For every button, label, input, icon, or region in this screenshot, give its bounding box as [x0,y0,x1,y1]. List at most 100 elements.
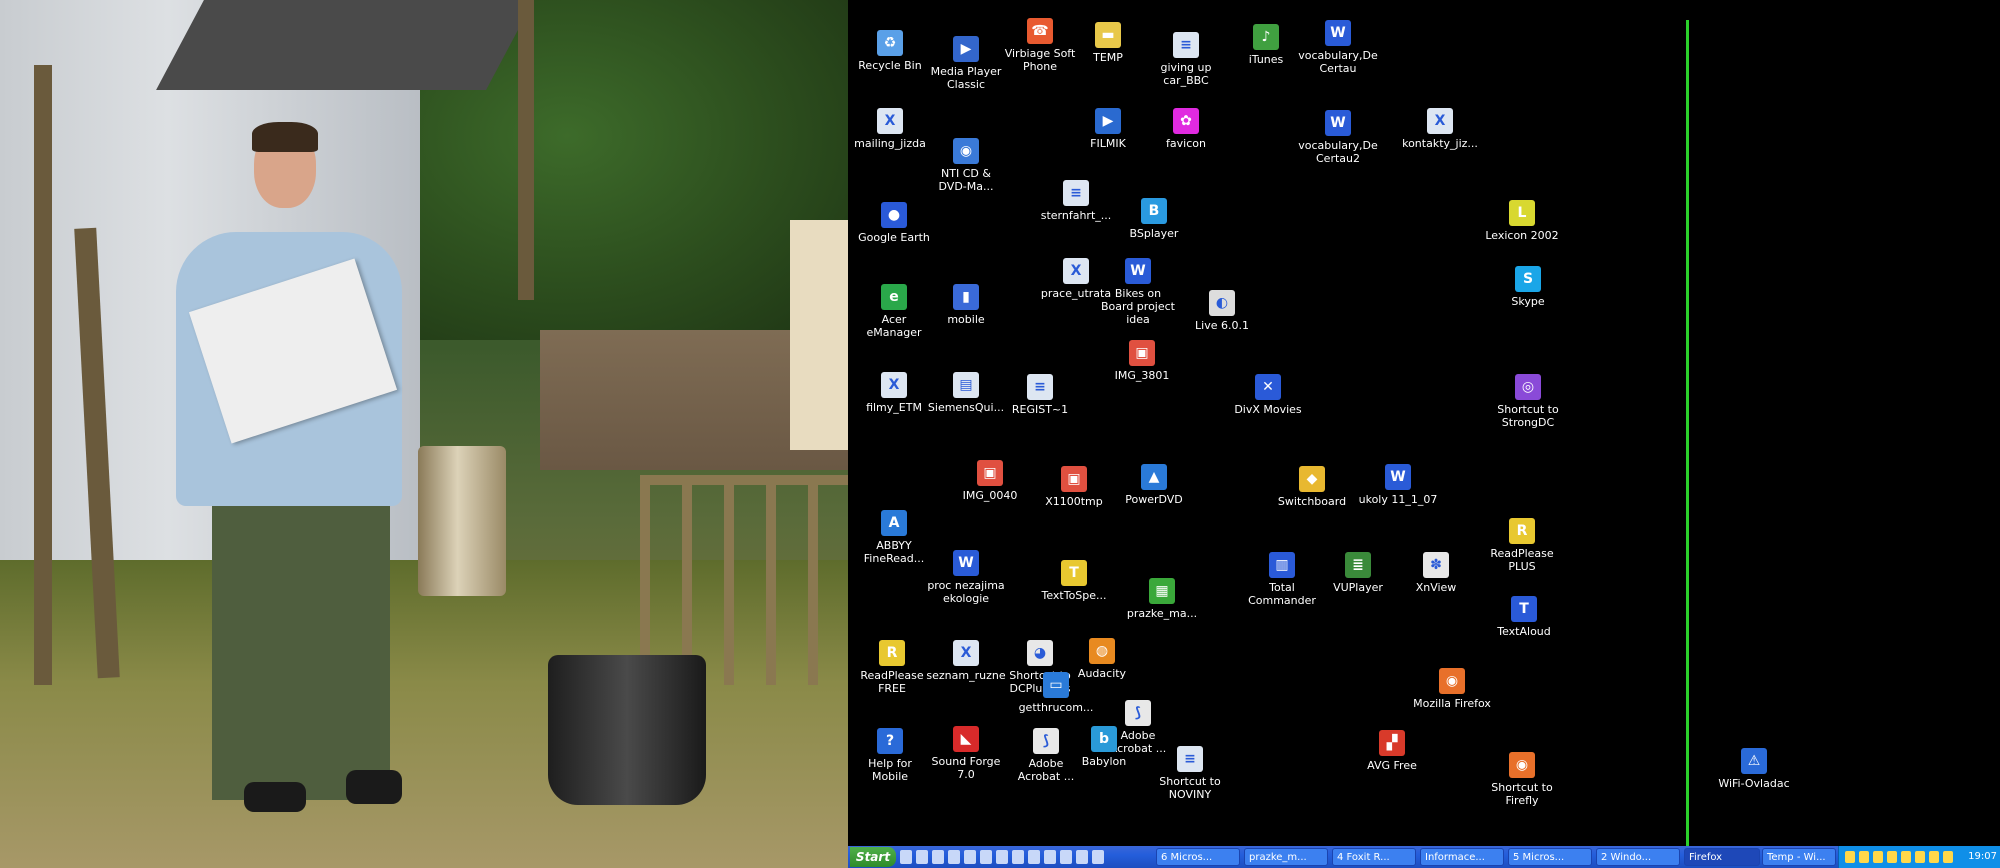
quicklaunch-icon[interactable] [1060,850,1072,864]
desktop-icon[interactable]: A ABBYY FineRead... [854,510,934,565]
desktop-icon[interactable]: ✕ DivX Movies [1228,374,1308,416]
desktop-icon[interactable]: T TextToSpe... [1034,560,1114,602]
app-icon: ● [881,202,907,228]
desktop-icon[interactable]: B BSplayer [1114,198,1194,240]
quicklaunch-icon[interactable] [1044,850,1056,864]
task-button[interactable]: Informace... [1420,848,1504,866]
desktop-icon[interactable]: ▲ PowerDVD [1114,464,1194,506]
app-icon: e [881,284,907,310]
desktop-icon[interactable]: ◆ Switchboard [1272,466,1352,508]
desktop-icon[interactable]: Xfilmy_ETM [854,372,934,414]
quicklaunch-icon[interactable] [1076,850,1088,864]
task-button[interactable]: Firefox [1684,848,1760,866]
task-button[interactable]: Temp - Wi... [1762,848,1836,866]
desktop-icon[interactable]: ● Google Earth [854,202,934,244]
desktop-icon[interactable]: ✿ favicon [1146,108,1226,150]
tray-icon[interactable] [1901,851,1911,863]
desktop-icon[interactable]: Wvocabulary,De Certau [1298,20,1378,75]
desktop-icon[interactable]: ▣ IMG_3801 [1102,340,1182,382]
desktop-icon-label: TEMP [1093,51,1123,64]
desktop-icon[interactable]: ≡ giving up car_BBC [1146,32,1226,87]
task-button[interactable]: 5 Micros... [1508,848,1592,866]
desktop-icon[interactable]: Wukoly 11_1_07 [1358,464,1438,506]
app-icon: T [1511,596,1537,622]
quicklaunch-icon[interactable] [948,850,960,864]
desktop-icon[interactable]: ▬ TEMP [1068,22,1148,64]
task-button[interactable]: prazke_m... [1244,848,1328,866]
quicklaunch-icon[interactable] [1028,850,1040,864]
desktop-icon[interactable]: T TextAloud [1484,596,1564,638]
desktop-icon[interactable]: ♻ Recycle Bin [850,30,930,72]
app-icon: ≡ [1173,32,1199,58]
task-button[interactable]: 4 Foxit R... [1332,848,1416,866]
app-icon: ▶ [1095,108,1121,134]
desktop-icon[interactable]: ≣ VUPlayer [1318,552,1398,594]
quicklaunch-icon[interactable] [980,850,992,864]
quicklaunch-icon[interactable] [900,850,912,864]
desktop[interactable]: ♻ Recycle Bin ▶ Media Player Classic ☎ Virbia… [848,0,2000,846]
quicklaunch-icon[interactable] [964,850,976,864]
desktop-icon[interactable]: ≡ sternfahrt_... [1036,180,1116,222]
desktop-icon[interactable]: ▣ X1100tmp [1034,466,1114,508]
desktop-icon[interactable]: S Skype [1488,266,1568,308]
desktop-icon-label: X1100tmp [1045,495,1103,508]
tray-icon[interactable] [1859,851,1869,863]
desktop-icon[interactable]: ▦ prazke_ma... [1122,578,1202,620]
quicklaunch-icon[interactable] [932,850,944,864]
desktop-icon[interactable]: ≡ Shortcut to NOVINY [1150,746,1230,801]
desktop-icon[interactable]: ♪ iTunes [1226,24,1306,66]
desktop-icon[interactable]: R ReadPlease FREE [852,640,932,695]
clock: 19:07 [1968,851,1997,862]
start-button[interactable]: Start [850,847,896,867]
desktop-icon[interactable]: Wproc nezajima ekologie [926,550,1006,605]
task-button[interactable]: 2 Windo... [1596,848,1680,866]
desktop-icon[interactable]: Xseznam_ruzne [926,640,1006,682]
app-icon: ≡ [1027,374,1053,400]
desktop-icon[interactable]: ▶ FILMIK [1068,108,1148,150]
desktop-icon[interactable]: Xkontakty_jiz... [1400,108,1480,150]
desktop-icon[interactable]: Xmailing_jizda [850,108,930,150]
desktop-icon[interactable]: ◉ Mozilla Firefox [1412,668,1492,710]
tray-icon[interactable] [1873,851,1883,863]
quicklaunch-icon[interactable] [1012,850,1024,864]
desktop-icon[interactable]: ? Help for Mobile [850,728,930,783]
quicklaunch-icon[interactable] [916,850,928,864]
desktop-icon[interactable]: L Lexicon 2002 [1482,200,1562,242]
desktop-icon[interactable]: ▮ mobile [926,284,1006,326]
desktop-icon[interactable]: R ReadPlease PLUS [1482,518,1562,573]
desktop-icon[interactable]: ▶ Media Player Classic [926,36,1006,91]
desktop-icon[interactable]: ▭ getthrucom... [1016,672,1096,714]
desktop-icon[interactable]: ◎ Shortcut to StrongDC [1488,374,1568,429]
desktop-icon[interactable]: b Babylon [1064,726,1144,768]
desktop-icon[interactable]: Wvocabulary,De Certau2 [1298,110,1378,165]
tray-icon[interactable] [1929,851,1939,863]
tray-icon[interactable] [1915,851,1925,863]
desktop-icon-label: prazke_ma... [1126,607,1198,620]
desktop-icon[interactable]: ⚠ WiFi-Ovladac [1714,748,1794,790]
desktop-icon-label: Switchboard [1277,495,1347,508]
quicklaunch-icon[interactable] [1092,850,1104,864]
desktop-icon[interactable]: ▞ AVG Free [1352,730,1432,772]
desktop-icon-label: mobile [947,313,985,326]
desktop-icon[interactable]: ≡ REGIST~1 [1000,374,1080,416]
task-button[interactable]: 6 Micros... [1156,848,1240,866]
desktop-icon[interactable]: ◐ Live 6.0.1 [1182,290,1262,332]
desktop-icon[interactable]: ◣ Sound Forge 7.0 [926,726,1006,781]
app-icon: ▦ [1149,578,1175,604]
desktop-icon[interactable]: ◉ NTI CD & DVD-Ma... [926,138,1006,193]
desktop-icon[interactable]: ◉ Shortcut to Firefly [1482,752,1562,807]
desktop-icon[interactable]: ▤ SiemensQui... [926,372,1006,414]
desktop-icon[interactable]: e Acer eManager [854,284,934,339]
tray-icon[interactable] [1943,851,1953,863]
desktop-icon[interactable]: W Bikes on Board project idea [1098,258,1178,326]
app-icon: X [953,640,979,666]
tray-icon[interactable] [1887,851,1897,863]
desktop-icon[interactable]: ▣ IMG_0040 [950,460,1030,502]
app-icon: ◉ [1439,668,1465,694]
desktop-icon[interactable]: ✽ XnView [1396,552,1476,594]
tray-icon[interactable] [1845,851,1855,863]
desktop-icon-label: ABBYY FineRead... [863,539,925,565]
quicklaunch-icon[interactable] [996,850,1008,864]
desktop-icon-label: giving up car_BBC [1160,61,1212,87]
desktop-icon[interactable]: ▥ Total Commander [1242,552,1322,607]
